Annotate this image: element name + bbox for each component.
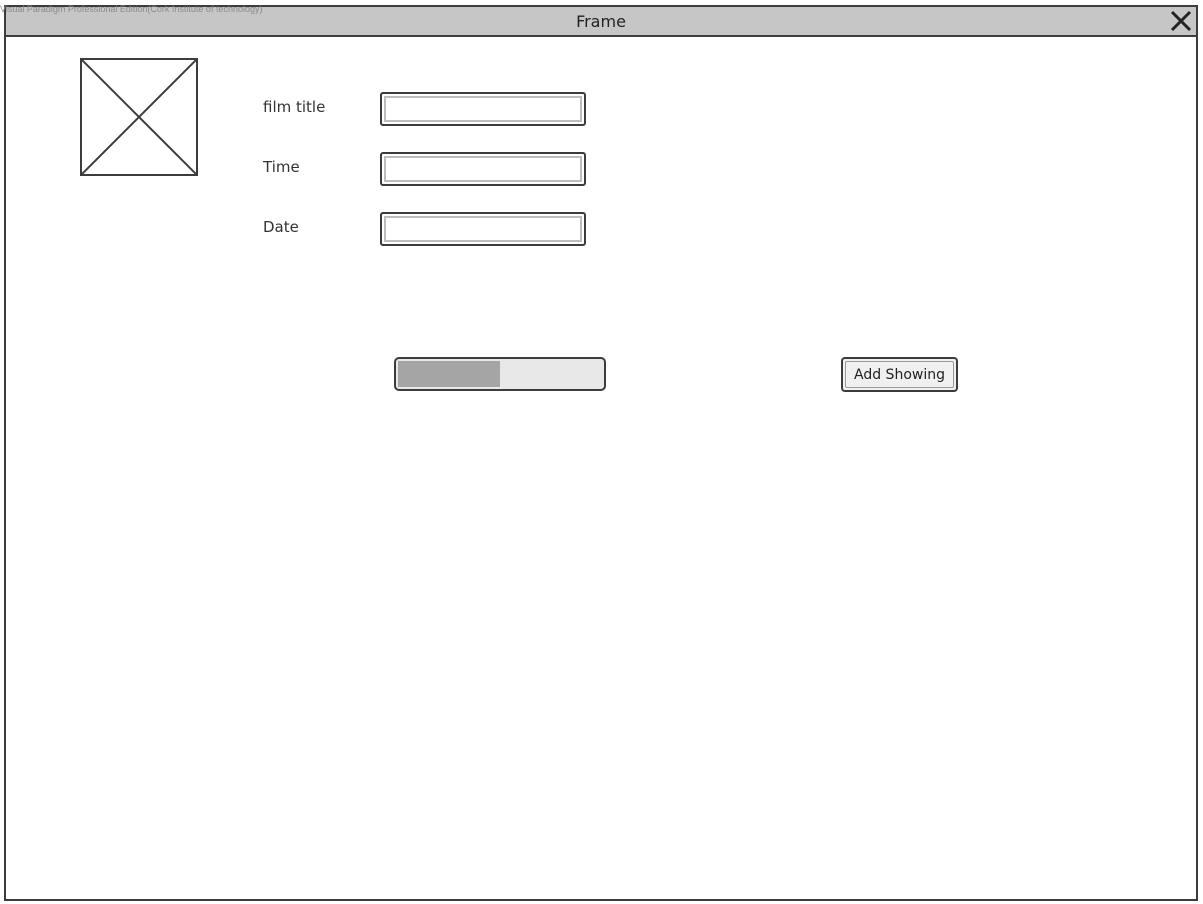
film-title-input[interactable] [386,98,580,118]
film-title-label: film title [263,98,326,116]
film-title-field[interactable] [380,92,586,126]
date-field[interactable] [380,212,586,246]
progress-bar [394,357,606,391]
add-showing-button-label: Add Showing [854,367,945,383]
date-input[interactable] [386,218,580,238]
close-icon [1170,10,1192,32]
time-input[interactable] [386,158,580,178]
app-window: Frame film title Time Date Add Showing [4,5,1198,901]
date-label: Date [263,218,299,236]
progress-bar-fill [398,361,500,387]
image-placeholder-icon [82,60,196,174]
time-field[interactable] [380,152,586,186]
close-button[interactable] [1168,8,1194,34]
watermark-text: Visual Paradigm Professional Edition(Cor… [0,4,263,14]
time-label: Time [263,158,300,176]
window-title: Frame [576,12,626,31]
add-showing-button[interactable]: Add Showing [841,357,958,392]
image-placeholder [80,58,198,176]
